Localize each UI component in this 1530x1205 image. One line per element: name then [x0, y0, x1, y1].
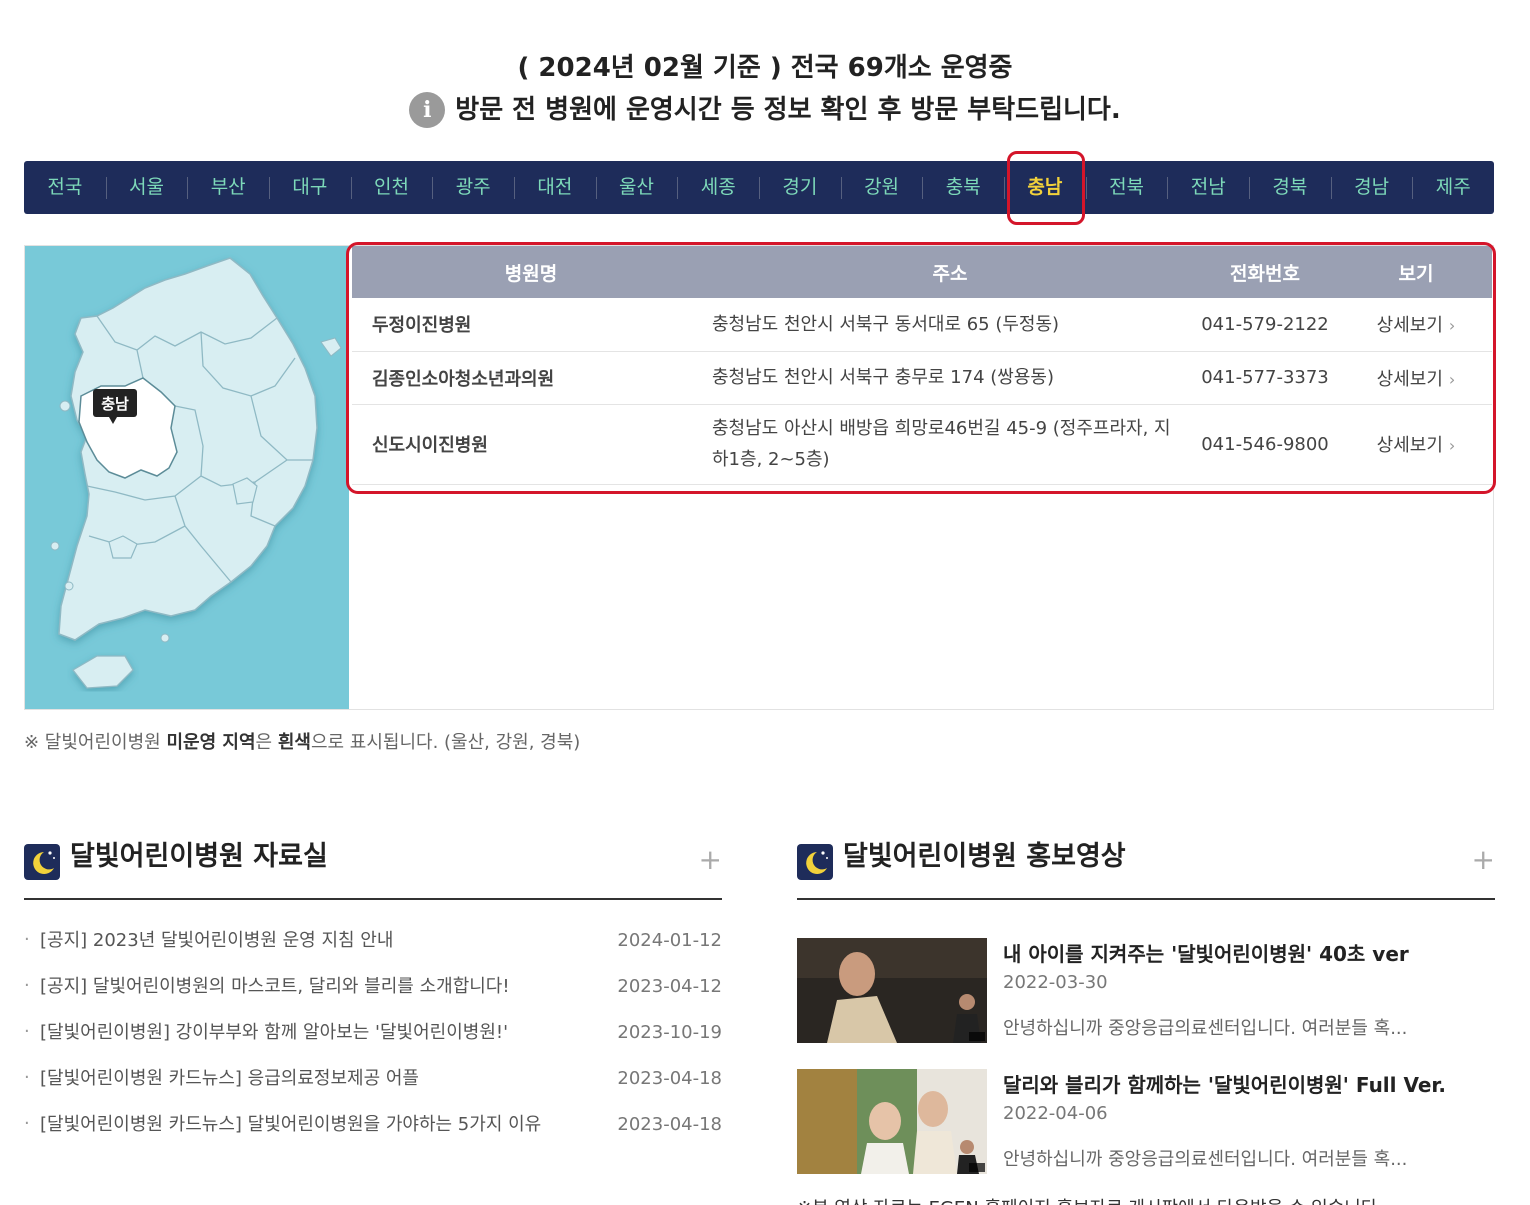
- info-icon: i: [409, 92, 446, 128]
- video-thumbnail[interactable]: [797, 1069, 987, 1174]
- tab-region[interactable]: 대전: [514, 161, 596, 214]
- video-item[interactable]: 내 아이를 지켜주는 '달빛어린이병원' 40초 ver 2022-03-30 …: [797, 938, 1495, 1043]
- region-tabs: 전국 서울 부산 대구 인천 광주 대전 울산 세종 경기 강원 충북 충남 전북 전남 경북 경남 제주: [24, 161, 1494, 214]
- list-item-date: 2023-04-18: [617, 1114, 722, 1135]
- video-list: 내 아이를 지켜주는 '달빛어린이병원' 40초 ver 2022-03-30 …: [797, 900, 1495, 1205]
- note-suffix: 으로 표시됩니다. (울산, 강원, 경북): [310, 732, 581, 753]
- tab-region[interactable]: 전남: [1167, 161, 1249, 214]
- video-item-date: 2022-03-30: [1003, 972, 1108, 993]
- tab-region[interactable]: 강원: [840, 161, 923, 214]
- list-item[interactable]: [공지] 2023년 달빛어린이병원 운영 지침 안내 2024-01-12: [24, 929, 722, 952]
- tab-region[interactable]: 경기: [759, 161, 841, 214]
- video-item-title[interactable]: 달리와 블리가 함께하는 '달빛어린이병원' Full Ver.: [1003, 1069, 1446, 1099]
- moon-icon: [797, 844, 833, 880]
- map-region-jeju[interactable]: [72, 655, 134, 689]
- list-item-date: 2023-10-19: [617, 1022, 722, 1043]
- video-header: 달빛어린이병원 홍보영상 +: [797, 838, 1495, 900]
- list-item[interactable]: [달빛어린이병원 카드뉴스] 응급의료정보제공 어플 2023-04-18: [24, 1067, 722, 1090]
- video-title: 달빛어린이병원 홍보영상: [843, 841, 1126, 872]
- video-item[interactable]: 달리와 블리가 함께하는 '달빛어린이병원' Full Ver. 2022-04…: [797, 1069, 1495, 1174]
- video-thumbnail[interactable]: [797, 938, 987, 1043]
- korea-map-svg: 충남: [50, 257, 342, 689]
- list-item-title[interactable]: [달빛어린이병원 카드뉴스] 응급의료정보제공 어플: [40, 1068, 600, 1090]
- list-item-title[interactable]: [달빛어린이병원 카드뉴스] 달빛어린이병원을 가야하는 5가지 이유: [40, 1114, 600, 1136]
- tab-region[interactable]: 대구: [269, 161, 351, 214]
- list-item-title[interactable]: [공지] 달빛어린이병원의 마스코트, 달리와 블리를 소개합니다!: [40, 976, 600, 998]
- tab-region[interactable]: 울산: [595, 161, 678, 214]
- tab-region[interactable]: 부산: [187, 161, 269, 214]
- tab-region[interactable]: 광주: [432, 161, 514, 214]
- library-title: 달빛어린이병원 자료실: [70, 841, 328, 872]
- tab-region[interactable]: 제주: [1412, 161, 1494, 214]
- list-item-date: 2024-01-12: [617, 930, 722, 951]
- tab-region[interactable]: 인천: [350, 161, 433, 214]
- note-prefix: ※ 달빛어린이병원: [24, 732, 167, 753]
- tab-region[interactable]: 경북: [1249, 161, 1331, 214]
- list-item-date: 2023-04-18: [617, 1068, 722, 1089]
- visit-notice-text: 방문 전 병원에 운영시간 등 정보 확인 후 방문 부탁드립니다.: [455, 95, 1121, 125]
- list-item-date: 2023-04-12: [617, 976, 722, 997]
- page-header: ( 2024년 02월 기준 ) 전국 69개소 운영중 i 방문 전 병원에 …: [0, 48, 1530, 132]
- video-item-desc: 안녕하십니까 중앙응급의료센터입니다. 여러분들 혹...: [1003, 1018, 1408, 1039]
- video-section: 달빛어린이병원 홍보영상 + 내 아이를 지켜주는 '달빛어린이병원' 40초 …: [797, 838, 1495, 1205]
- tab-region[interactable]: 충북: [922, 161, 1004, 214]
- library-section: 달빛어린이병원 자료실 + [공지] 2023년 달빛어린이병원 운영 지침 안…: [24, 838, 722, 1160]
- map-island-ulleung: [320, 337, 342, 357]
- tab-region[interactable]: 전국: [24, 161, 106, 214]
- tab-region[interactable]: 전북: [1085, 161, 1168, 214]
- korea-map: 충남: [25, 246, 349, 709]
- list-item[interactable]: [달빛어린이병원] 강이부부와 함께 알아보는 '달빛어린이병원!' 2023-1…: [24, 1021, 722, 1044]
- active-region-highlight: [1007, 151, 1085, 225]
- tab-region[interactable]: 서울: [105, 161, 188, 214]
- video-item-desc: 안녕하십니까 중앙응급의료센터입니다. 여러분들 혹...: [1003, 1149, 1408, 1170]
- operating-count-title: ( 2024년 02월 기준 ) 전국 69개소 운영중: [517, 53, 1013, 83]
- visit-notice: i 방문 전 병원에 운영시간 등 정보 확인 후 방문 부탁드립니다.: [0, 88, 1530, 132]
- video-info: 내 아이를 지켜주는 '달빛어린이병원' 40초 ver 2022-03-30 …: [1003, 938, 1409, 1043]
- tab-region[interactable]: 경남: [1330, 161, 1413, 214]
- video-item-title[interactable]: 내 아이를 지켜주는 '달빛어린이병원' 40초 ver: [1003, 938, 1409, 968]
- moon-icon: [24, 844, 60, 880]
- library-more-button[interactable]: +: [699, 846, 722, 874]
- video-item-date: 2022-04-06: [1003, 1103, 1108, 1124]
- table-highlight: [346, 242, 1496, 494]
- list-item-title[interactable]: [달빛어린이병원] 강이부부와 함께 알아보는 '달빛어린이병원!': [40, 1022, 600, 1044]
- tab-region[interactable]: 세종: [677, 161, 759, 214]
- library-header: 달빛어린이병원 자료실 +: [24, 838, 722, 900]
- note-mid: 은: [255, 732, 278, 753]
- list-item[interactable]: [달빛어린이병원 카드뉴스] 달빛어린이병원을 가야하는 5가지 이유 2023-…: [24, 1113, 722, 1136]
- video-more-button[interactable]: +: [1472, 846, 1495, 874]
- svg-text:충남: 충남: [101, 395, 129, 413]
- list-item[interactable]: [공지] 달빛어린이병원의 마스코트, 달리와 블리를 소개합니다! 2023-0…: [24, 975, 722, 998]
- note-emphasis-unoperated: 미운영 지역: [166, 732, 256, 753]
- library-list: [공지] 2023년 달빛어린이병원 운영 지침 안내2024-01-12[공지…: [24, 900, 722, 1136]
- legend-note: ※ 달빛어린이병원 미운영 지역은 흰색으로 표시됩니다. (울산, 강원, 경…: [24, 728, 580, 754]
- video-info: 달리와 블리가 함께하는 '달빛어린이병원' Full Ver. 2022-04…: [1003, 1069, 1446, 1174]
- note-emphasis-white: 흰색: [277, 732, 311, 753]
- list-item-title[interactable]: [공지] 2023년 달빛어린이병원 운영 지침 안내: [40, 930, 600, 952]
- video-download-note: ※본 영상 자료는 EGEN 홈페이지 홍보자료 게시판에서 다운받을 수 있습…: [797, 1194, 1495, 1205]
